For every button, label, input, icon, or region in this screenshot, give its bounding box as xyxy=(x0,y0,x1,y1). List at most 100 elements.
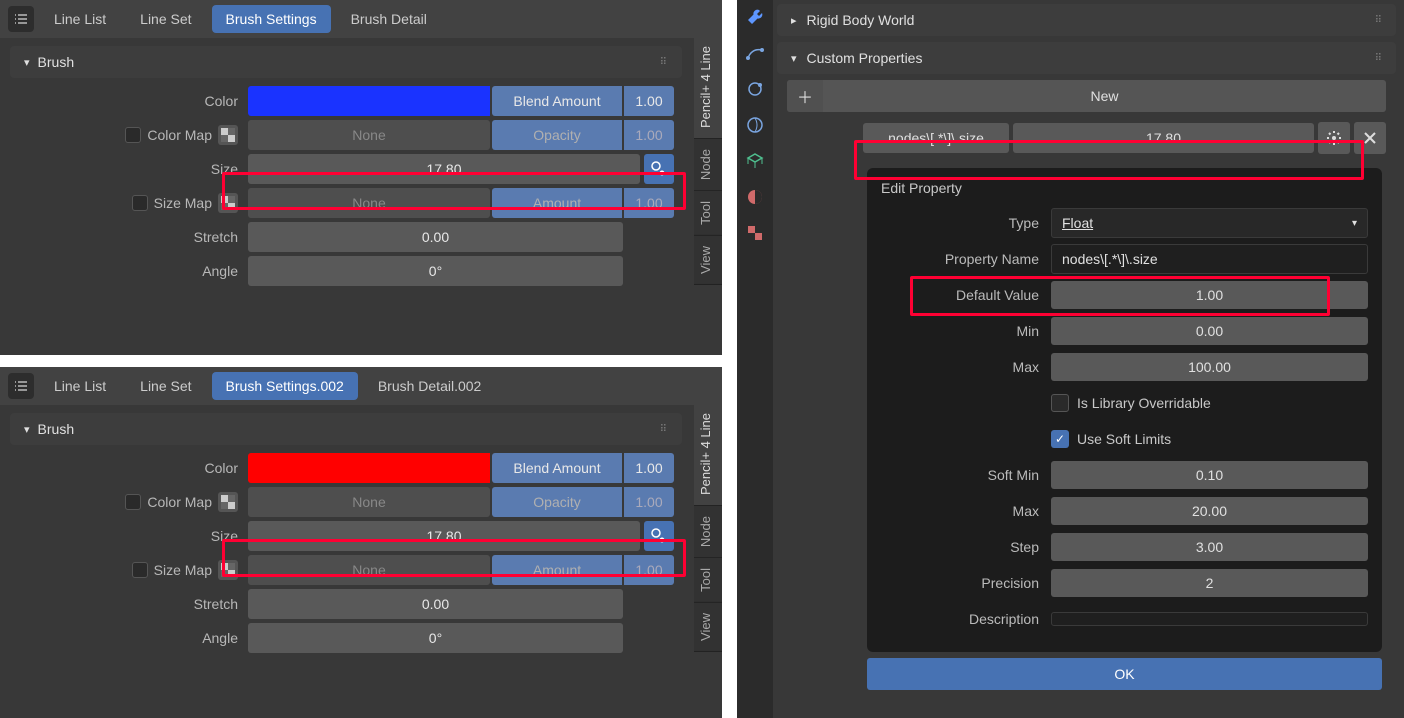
amount-value[interactable]: 1.00 xyxy=(624,188,674,218)
row-property-name: Property Name nodes\[.*\]\.size xyxy=(881,244,1368,274)
plus-icon: ＋ xyxy=(787,80,823,112)
type-select[interactable]: Float ▾ xyxy=(1051,208,1368,238)
step-value[interactable]: 3.00 xyxy=(1051,533,1368,561)
vtab-tool[interactable]: Tool xyxy=(694,191,722,236)
softmax-value[interactable]: 20.00 xyxy=(1051,497,1368,525)
tab-brush-settings[interactable]: Brush Settings xyxy=(212,5,331,33)
sphere-icon[interactable] xyxy=(744,78,766,100)
max-value[interactable]: 100.00 xyxy=(1051,353,1368,381)
vtab-node[interactable]: Node xyxy=(694,139,722,191)
color-swatch[interactable] xyxy=(248,86,490,116)
blend-amount-value[interactable]: 1.00 xyxy=(624,453,674,483)
list-icon[interactable] xyxy=(8,6,34,32)
row-color: Color Blend Amount 1.00 xyxy=(0,451,692,485)
color-map-value[interactable]: None xyxy=(248,120,490,150)
vtab-view[interactable]: View xyxy=(694,603,722,652)
edit-property-title: Edit Property xyxy=(881,180,1368,196)
min-value[interactable]: 0.00 xyxy=(1051,317,1368,345)
tab-line-set[interactable]: Line Set xyxy=(126,372,205,400)
precision-value[interactable]: 2 xyxy=(1051,569,1368,597)
vtab-node[interactable]: Node xyxy=(694,506,722,558)
texture-icon[interactable] xyxy=(744,222,766,244)
default-value[interactable]: 1.00 xyxy=(1051,281,1368,309)
opacity-label[interactable]: Opacity xyxy=(492,487,622,517)
angle-label: Angle xyxy=(202,630,238,646)
size-value[interactable]: 17.80 xyxy=(248,154,640,184)
drag-dots-icon[interactable]: ⠿ xyxy=(1375,15,1382,26)
blend-amount-value[interactable]: 1.00 xyxy=(624,86,674,116)
reduction-icon[interactable] xyxy=(644,521,674,551)
row-lib-override: Is Library Overridable xyxy=(881,388,1368,418)
opacity-value[interactable]: 1.00 xyxy=(624,487,674,517)
list-icon[interactable] xyxy=(8,373,34,399)
drag-dots-icon[interactable]: ⠿ xyxy=(1375,53,1382,64)
brush-section-header[interactable]: ▾ Brush ⠿ xyxy=(10,46,682,78)
lib-override-checkbox[interactable] xyxy=(1051,394,1069,412)
new-button[interactable]: ＋ New xyxy=(787,80,1386,112)
soft-limits-checkbox[interactable]: ✓ xyxy=(1051,430,1069,448)
opacity-label[interactable]: Opacity xyxy=(492,120,622,150)
angle-value[interactable]: 0° xyxy=(248,256,623,286)
brush-section-header[interactable]: ▾ Brush ⠿ xyxy=(10,413,682,445)
volume-icon[interactable] xyxy=(744,114,766,136)
ok-button[interactable]: OK xyxy=(867,658,1382,690)
color-map-checkbox[interactable] xyxy=(125,494,141,510)
close-icon[interactable] xyxy=(1354,122,1386,154)
stretch-label: Stretch xyxy=(194,596,238,612)
size-map-value[interactable]: None xyxy=(248,555,490,585)
opacity-value[interactable]: 1.00 xyxy=(624,120,674,150)
size-value[interactable]: 17.80 xyxy=(248,521,640,551)
rigid-body-section[interactable]: ▸ Rigid Body World ⠿ xyxy=(777,4,1396,36)
stretch-value[interactable]: 0.00 xyxy=(248,222,623,252)
vtab-view[interactable]: View xyxy=(694,236,722,285)
wrench-icon[interactable] xyxy=(744,6,766,28)
vtab-pencil-line[interactable]: Pencil+ 4 Line xyxy=(694,36,722,139)
size-label: Size xyxy=(211,161,238,177)
amount-label[interactable]: Amount xyxy=(492,188,622,218)
mesh-icon[interactable] xyxy=(744,150,766,172)
row-min: Min 0.00 xyxy=(881,316,1368,346)
checker-icon[interactable] xyxy=(218,560,238,580)
softmin-value[interactable]: 0.10 xyxy=(1051,461,1368,489)
prop-name[interactable]: nodes\[.*\]\.size xyxy=(863,123,1009,153)
row-color-map: Color Map None Opacity 1.00 xyxy=(0,485,692,519)
checker-icon[interactable] xyxy=(218,492,238,512)
chevron-down-icon: ▾ xyxy=(24,56,30,69)
color-swatch[interactable] xyxy=(248,453,490,483)
tab-brush-detail-002[interactable]: Brush Detail.002 xyxy=(364,372,496,400)
color-map-value[interactable]: None xyxy=(248,487,490,517)
reduction-icon[interactable] xyxy=(644,154,674,184)
tab-brush-detail[interactable]: Brush Detail xyxy=(337,5,441,33)
drag-dots-icon[interactable]: ⠿ xyxy=(660,57,668,68)
drag-dots-icon[interactable]: ⠿ xyxy=(660,424,668,435)
tab-line-list[interactable]: Line List xyxy=(40,372,120,400)
tab-line-set[interactable]: Line Set xyxy=(126,5,205,33)
amount-value[interactable]: 1.00 xyxy=(624,555,674,585)
vtab-tool[interactable]: Tool xyxy=(694,558,722,603)
tab-brush-settings-002[interactable]: Brush Settings.002 xyxy=(212,372,358,400)
vtab-pencil-line[interactable]: Pencil+ 4 Line xyxy=(694,403,722,506)
material-icon[interactable] xyxy=(744,186,766,208)
blend-amount-label[interactable]: Blend Amount xyxy=(492,86,622,116)
description-input[interactable] xyxy=(1051,612,1368,626)
amount-label[interactable]: Amount xyxy=(492,555,622,585)
gear-icon[interactable] xyxy=(1318,122,1350,154)
angle-value[interactable]: 0° xyxy=(248,623,623,653)
property-name-input[interactable]: nodes\[.*\]\.size xyxy=(1051,244,1368,274)
stretch-value[interactable]: 0.00 xyxy=(248,589,623,619)
size-label: Size xyxy=(211,528,238,544)
blend-amount-label[interactable]: Blend Amount xyxy=(492,453,622,483)
size-map-value[interactable]: None xyxy=(248,188,490,218)
curve-icon[interactable] xyxy=(744,42,766,64)
custom-props-section[interactable]: ▾ Custom Properties ⠿ xyxy=(777,42,1396,74)
tab-line-list[interactable]: Line List xyxy=(40,5,120,33)
size-map-checkbox[interactable] xyxy=(132,195,148,211)
checker-icon[interactable] xyxy=(218,193,238,213)
color-map-checkbox[interactable] xyxy=(125,127,141,143)
size-map-label: Size Map xyxy=(154,562,212,578)
row-color: Color Blend Amount 1.00 xyxy=(0,84,692,118)
size-map-checkbox[interactable] xyxy=(132,562,148,578)
checker-icon[interactable] xyxy=(218,125,238,145)
edit-property-panel: Edit Property Type Float ▾ Property Name… xyxy=(867,168,1382,652)
prop-value[interactable]: 17.80 xyxy=(1013,123,1314,153)
